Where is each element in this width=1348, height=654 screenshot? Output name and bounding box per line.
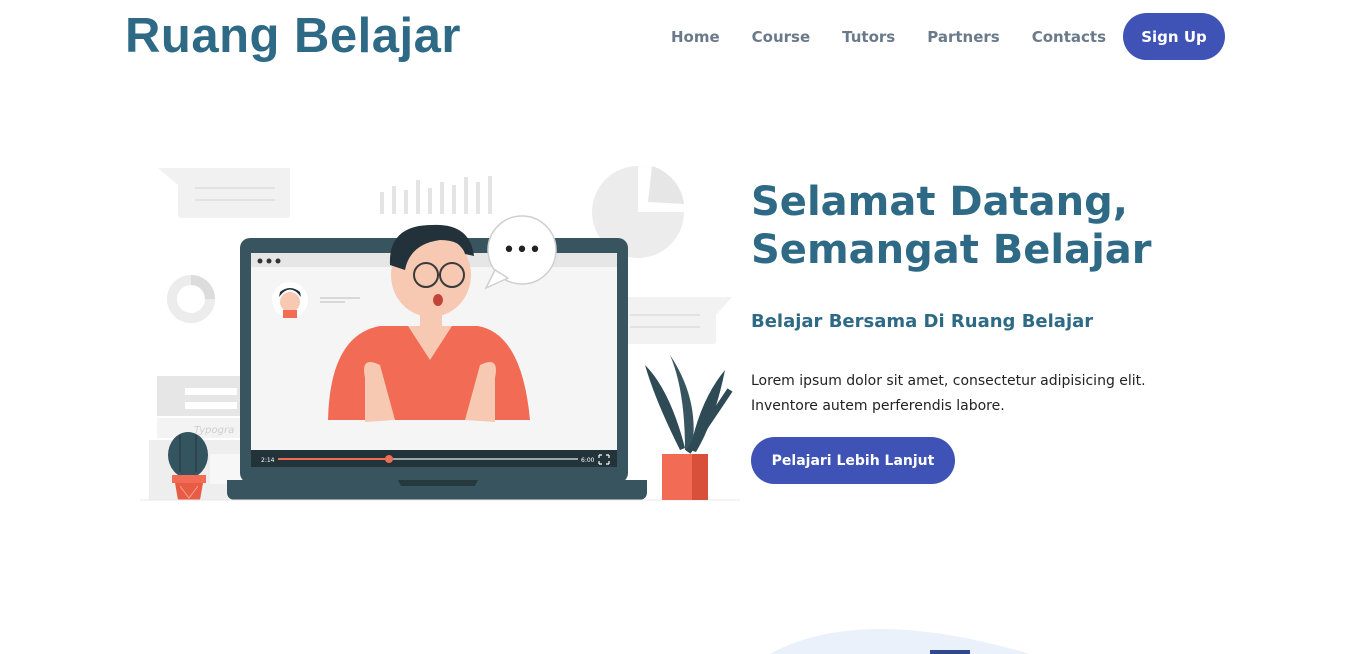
nav-contacts[interactable]: Contacts	[1032, 28, 1106, 46]
potted-plant	[645, 355, 733, 500]
sign-up-button[interactable]: Sign Up	[1123, 13, 1225, 60]
site-logo[interactable]: Ruang Belajar	[125, 8, 461, 64]
video-progress-fill	[278, 458, 389, 460]
online-learning-illustration: Typogra ••• 2:14 6:00	[140, 166, 740, 501]
hero-title: Selamat Datang, Semangat Belajar	[751, 178, 1231, 274]
hero-title-line-2: Semangat Belajar	[751, 227, 1152, 273]
background-chat-card	[158, 168, 290, 218]
background-chat-card-right	[618, 297, 732, 344]
learn-more-button[interactable]: Pelajari Lebih Lanjut	[751, 437, 955, 484]
video-controls: 2:14 6:00	[251, 450, 617, 467]
hero-subtitle: Belajar Bersama Di Ruang Belajar	[751, 311, 1094, 332]
speech-bubble-dots: •••	[503, 238, 542, 263]
nav-course[interactable]: Course	[752, 28, 811, 46]
main-navigation: Home Course Tutors Partners Contacts Sig…	[639, 13, 1225, 60]
nav-partners[interactable]: Partners	[927, 28, 999, 46]
hero-title-line-1: Selamat Datang,	[751, 179, 1128, 225]
background-donut-chart	[167, 275, 215, 323]
background-bar-chart	[380, 176, 492, 214]
hero-description-line-2: Inventore autem perferendis labore.	[751, 398, 1005, 414]
nav-home[interactable]: Home	[671, 28, 720, 46]
hero-description-line-1: Lorem ipsum dolor sit amet, consectetur …	[751, 373, 1146, 389]
nav-tutors[interactable]: Tutors	[842, 28, 895, 46]
video-current-time: 2:14	[261, 457, 275, 464]
book-title: Typogra	[194, 425, 234, 436]
video-progress-handle	[385, 455, 393, 463]
video-total-time: 6:00	[581, 457, 595, 464]
hero-description: Lorem ipsum dolor sit amet, consectetur …	[751, 369, 1221, 419]
next-section-decoration	[770, 629, 1030, 654]
